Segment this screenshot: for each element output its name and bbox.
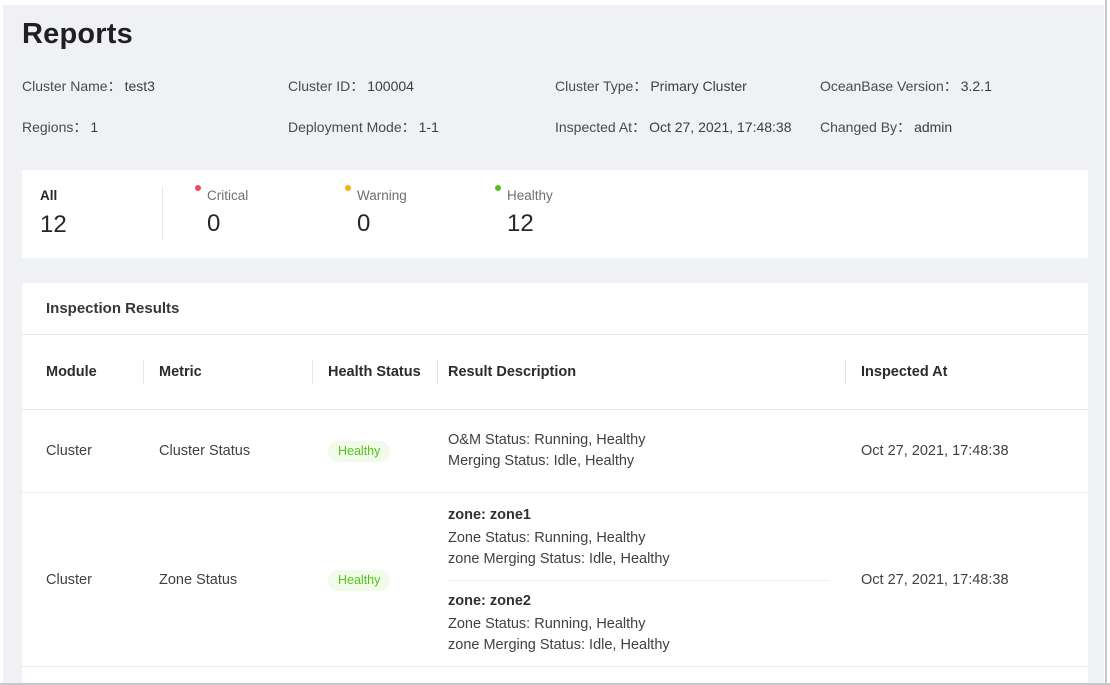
reports-page: Reports Cluster Name： test3 Cluster ID： 10… xyxy=(3,5,1104,683)
info-label: Cluster Name： xyxy=(22,78,122,94)
summary-divider xyxy=(162,186,163,240)
description-line: Zone Status: Running, Healthy xyxy=(448,616,646,632)
info-field-cluster-name: Cluster Name： test3 xyxy=(22,78,288,94)
critical-dot-icon xyxy=(195,185,201,191)
cell-result-description: zone: zone1 Zone Status: Running, Health… xyxy=(437,493,845,668)
info-field-regions: Regions： 1 xyxy=(22,119,288,135)
cluster-info-grid: Cluster Name： test3 Cluster ID： 100004 Clu… xyxy=(22,78,1088,135)
info-label: Changed By： xyxy=(820,119,912,135)
warning-dot-icon xyxy=(345,185,351,191)
info-value: test3 xyxy=(124,78,155,94)
cell-module: Cluster xyxy=(46,572,92,588)
info-value: Oct 27, 2021, 17:48:38 xyxy=(649,119,792,135)
cell-health-status: Healthy xyxy=(312,493,437,668)
summary-label-warning: Warning xyxy=(357,188,407,203)
info-field-oceanbase-version: OceanBase Version： 3.2.1 xyxy=(820,78,1088,94)
summary-card: All 12 Critical 0 Warning 0 Healthy 12 xyxy=(22,170,1088,258)
cell-module: Cluster xyxy=(46,442,92,459)
info-field-inspected-at: Inspected At： Oct 27, 2021, 17:48:38 xyxy=(555,119,820,135)
summary-item-healthy[interactable]: Healthy 12 xyxy=(495,185,613,239)
table-row-zone-status: Cluster Zone Status Healthy zone: zone1 … xyxy=(22,493,1088,667)
summary-item-warning[interactable]: Warning 0 xyxy=(345,185,463,239)
summary-item-all[interactable]: All 12 xyxy=(40,187,162,240)
table-row-cluster-status: Cluster Cluster Status Healthy O&M Statu… xyxy=(22,410,1088,493)
info-label: Deployment Mode： xyxy=(288,119,416,135)
column-header-health-status: Health Status xyxy=(312,335,437,409)
summary-value-healthy: 12 xyxy=(507,210,534,237)
page-content: Reports Cluster Name： test3 Cluster ID： 10… xyxy=(3,5,1104,683)
info-field-cluster-id: Cluster ID： 100004 xyxy=(288,78,555,94)
zone-block-zone1: zone: zone1 Zone Status: Running, Health… xyxy=(448,505,670,570)
summary-item-critical[interactable]: Critical 0 xyxy=(195,185,313,239)
zone-block-zone2: zone: zone2 Zone Status: Running, Health… xyxy=(448,591,670,656)
results-section-title: Inspection Results xyxy=(22,283,1088,335)
summary-value-warning: 0 xyxy=(357,210,371,237)
info-value: admin xyxy=(914,119,953,135)
column-header-module: Module xyxy=(46,364,97,380)
summary-label-all: All xyxy=(40,188,58,203)
info-value: 1 xyxy=(90,119,99,135)
description-line: Merging Status: Idle, Healthy xyxy=(448,453,635,469)
inspection-results-card: Inspection Results Module Metric Health … xyxy=(22,283,1088,683)
column-header-inspected-at: Inspected At xyxy=(845,335,1088,409)
table-header-row: Module Metric Health Status Result Descr… xyxy=(22,335,1088,410)
zone-heading: zone: zone2 xyxy=(448,593,531,609)
health-status-badge: Healthy xyxy=(328,570,391,591)
summary-value-critical: 0 xyxy=(207,210,221,237)
window-right-border xyxy=(1105,0,1107,685)
column-header-metric: Metric xyxy=(143,335,312,409)
info-field-deployment-mode: Deployment Mode： 1-1 xyxy=(288,119,555,135)
info-label: Cluster Type： xyxy=(555,78,648,94)
healthy-dot-icon xyxy=(495,185,501,191)
info-value: 100004 xyxy=(367,78,414,94)
zone-block-divider xyxy=(448,580,829,581)
column-header-result-description: Result Description xyxy=(437,335,845,409)
summary-value-all: 12 xyxy=(40,211,67,238)
description-line: zone Merging Status: Idle, Healthy xyxy=(448,551,670,567)
info-label: Inspected At： xyxy=(555,119,647,135)
info-label: Regions： xyxy=(22,119,88,135)
info-value: 1-1 xyxy=(418,119,439,135)
zone-heading: zone: zone1 xyxy=(448,507,531,523)
cell-health-status: Healthy xyxy=(312,410,437,492)
summary-label-healthy: Healthy xyxy=(507,188,553,203)
table-row-partial xyxy=(22,667,1088,683)
cell-inspected-at: Oct 27, 2021, 17:48:38 xyxy=(861,572,1009,588)
info-value: 3.2.1 xyxy=(960,78,992,94)
cell-metric: Cluster Status xyxy=(159,442,251,459)
summary-label-critical: Critical xyxy=(207,188,249,203)
cell-result-description: O&M Status: Running, Healthy Merging Sta… xyxy=(437,410,845,492)
info-value: Primary Cluster xyxy=(650,78,747,94)
info-label: Cluster ID： xyxy=(288,78,365,94)
info-field-cluster-type: Cluster Type： Primary Cluster xyxy=(555,78,820,94)
description-line: Zone Status: Running, Healthy xyxy=(448,530,646,546)
description-line: O&M Status: Running, Healthy xyxy=(448,432,646,448)
health-status-badge: Healthy xyxy=(328,440,391,462)
cell-inspected-at: Oct 27, 2021, 17:48:38 xyxy=(861,442,1009,459)
cell-metric: Zone Status xyxy=(159,572,238,588)
info-label: OceanBase Version： xyxy=(820,78,958,94)
info-field-changed-by: Changed By： admin xyxy=(820,119,1088,135)
page-title: Reports xyxy=(22,18,133,50)
description-line: zone Merging Status: Idle, Healthy xyxy=(448,637,670,653)
